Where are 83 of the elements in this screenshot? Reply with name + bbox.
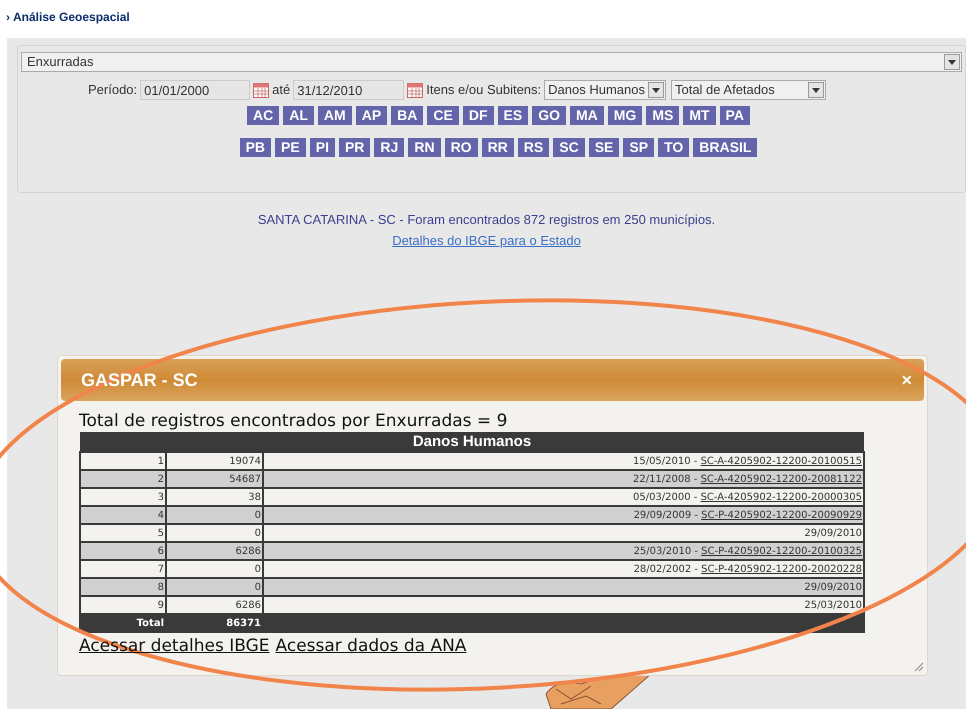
state-button[interactable]: SP [623,138,654,157]
state-button[interactable]: MS [646,106,680,125]
state-button[interactable]: SE [588,138,620,157]
row-number-cell: 5 [80,524,166,542]
disaster-select[interactable]: Enxurradas [21,52,962,72]
period-label: Período: [88,81,138,100]
calendar-icon[interactable] [407,82,424,98]
value-cell: 54687 [166,470,263,488]
state-button[interactable]: BRASIL [693,138,758,157]
row-number-cell: 6 [80,542,166,560]
state-button[interactable]: GO [532,106,566,125]
state-button[interactable]: AL [283,106,314,125]
state-button[interactable]: AP [356,106,388,125]
value-cell: 0 [166,524,263,542]
state-button[interactable]: RS [518,138,550,157]
state-button[interactable]: PA [720,106,750,125]
subitem-select[interactable]: Total de Afetados [670,80,826,100]
record-link[interactable]: SC-A-4205902-12200-20100515 [700,456,862,466]
dialog-link[interactable]: Acessar dados da ANA [276,634,466,660]
row-number-cell: 9 [80,596,166,614]
ibge-state-link[interactable]: Detalhes do IBGE para o Estado [392,230,581,250]
state-button[interactable]: PE [275,138,306,157]
row-number-cell: 8 [80,578,166,596]
value-cell: 6286 [166,542,263,560]
record-cell: 29/09/2010 [263,578,864,596]
row-number-cell: 7 [80,560,166,578]
state-button[interactable]: MG [608,106,642,125]
record-cell: 29/09/2010 [263,524,864,542]
start-date-field[interactable]: 01/01/2000 [140,80,250,100]
record-link[interactable]: SC-A-4205902-12200-20000305 [700,492,862,502]
state-button[interactable]: PB [240,138,272,157]
state-button[interactable]: CE [427,106,459,125]
state-button[interactable]: AC [247,106,280,125]
state-button[interactable]: BA [391,106,424,125]
record-link[interactable]: SC-P-4205902-12200-20020228 [701,564,862,574]
summary-text: SANTA CATARINA - SC - Foram encontrados 872 registros em 250 municípios. [258,211,716,229]
total-label: Total [80,614,166,632]
value-cell: 0 [166,560,263,578]
state-button[interactable]: MT [683,106,716,125]
value-cell: 0 [166,506,263,524]
state-button[interactable]: SC [553,138,585,157]
record-cell: 15/05/2010 - SC-A-4205902-12200-20100515 [263,452,864,470]
dialog-title: GASPAR - SC [81,368,198,392]
state-button[interactable]: PI [310,138,335,157]
record-cell: 22/11/2008 - SC-A-4205902-12200-20081122 [263,470,864,488]
end-date-field[interactable]: 31/12/2010 [293,80,404,100]
item-select[interactable]: Danos Humanos [544,80,666,100]
row-number-cell: 2 [80,470,166,488]
row-number-cell: 3 [80,488,166,506]
calendar-icon[interactable] [253,82,270,98]
record-link[interactable]: SC-A-4205902-12200-20081122 [700,474,862,484]
state-button[interactable]: TO [658,138,690,157]
state-button[interactable]: RJ [374,138,404,157]
state-button[interactable]: RN [408,138,441,157]
state-button[interactable]: DF [462,106,494,125]
record-cell: 29/09/2009 - SC-P-4205902-12200-20090929 [263,506,864,524]
state-button[interactable]: PR [338,138,370,157]
value-cell: 6286 [166,596,263,614]
value-cell: 38 [166,488,263,506]
record-cell: 25/03/2010 [263,596,864,614]
close-button[interactable]: × [901,371,912,389]
total-value: 86371 [166,614,263,632]
resize-grip-icon[interactable] [914,662,924,672]
record-link[interactable]: SC-P-4205902-12200-20090929 [701,510,862,520]
state-button[interactable]: RR [482,138,514,157]
state-button[interactable]: RO [444,138,478,157]
until-label: até [272,81,290,100]
record-cell: 25/03/2010 - SC-P-4205902-12200-20100325 [263,542,864,560]
value-cell: 0 [166,578,263,596]
record-cell: 28/02/2002 - SC-P-4205902-12200-20020228 [263,560,864,578]
state-button[interactable]: ES [498,106,528,125]
record-cell: 05/03/2000 - SC-A-4205902-12200-20000305 [263,488,864,506]
items-label: Itens e/ou Subitens: [426,81,542,100]
record-link[interactable]: SC-P-4205902-12200-20100325 [701,546,862,556]
table-title: Danos Humanos [80,432,864,452]
value-cell: 19074 [166,452,263,470]
row-number-cell: 1 [80,452,166,470]
row-number-cell: 4 [80,506,166,524]
state-button[interactable]: AM [318,106,352,125]
breadcrumb-marker: › [6,9,10,26]
breadcrumb-link[interactable]: Análise Geoespacial [13,8,130,26]
state-button[interactable]: MA [570,106,604,125]
records-heading: Total de registros encontrados por Enxurradas = 9 [79,410,508,432]
